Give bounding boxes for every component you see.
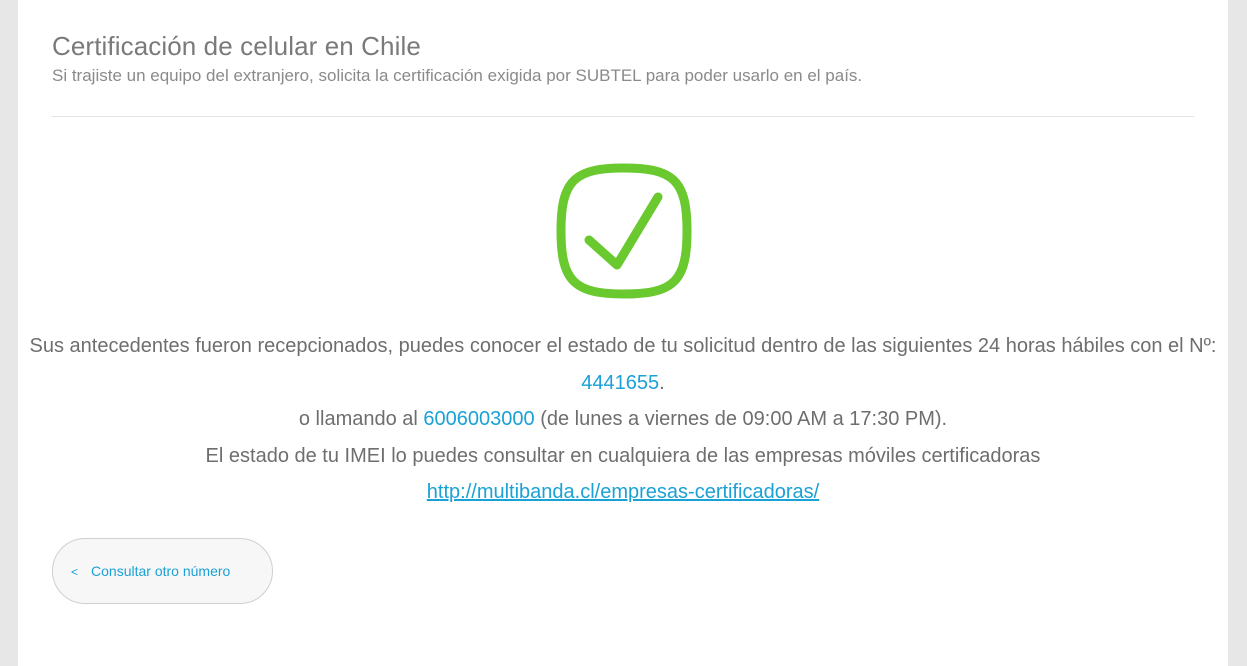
page-subtitle: Si trajiste un equipo del extranjero, so… bbox=[52, 66, 863, 85]
chevron-left-icon: < bbox=[71, 565, 79, 579]
message-line-2: o llamando al 6006003000 (de lunes a vie… bbox=[18, 401, 1228, 438]
check-circle-icon bbox=[554, 161, 694, 301]
header-divider bbox=[52, 116, 1194, 117]
main-card: Certificación de celular en Chile Si tra… bbox=[18, 0, 1228, 666]
message-punctuation: . bbox=[659, 371, 665, 394]
certifiers-link[interactable]: http://multibanda.cl/empresas-certificad… bbox=[427, 481, 819, 503]
message-line-4: http://multibanda.cl/empresas-certificad… bbox=[18, 474, 1228, 511]
message-text: Sus antecedentes fueron recepcionados, p… bbox=[29, 335, 1217, 357]
page-header: Certificación de celular en Chile Si tra… bbox=[52, 30, 1194, 87]
phone-number: 6006003000 bbox=[423, 408, 535, 430]
confirmation-message: Sus antecedentes fueron recepcionados, p… bbox=[18, 328, 1228, 511]
phone-prefix: o llamando al bbox=[298, 408, 424, 430]
check-another-number-button[interactable]: < Consultar otro número bbox=[52, 538, 273, 604]
phone-hours: (de lunes a viernes de 09:00 AM a 17:30 … bbox=[534, 408, 948, 430]
message-line-3: El estado de tu IMEI lo puedes consultar… bbox=[205, 444, 1041, 467]
message-line-1: Sus antecedentes fueron recepcionados, p… bbox=[18, 328, 1228, 401]
back-button-label: Consultar otro número bbox=[91, 563, 231, 579]
page-title: Certificación de celular en Chile bbox=[52, 31, 421, 61]
request-number: 4441655 bbox=[581, 371, 660, 394]
